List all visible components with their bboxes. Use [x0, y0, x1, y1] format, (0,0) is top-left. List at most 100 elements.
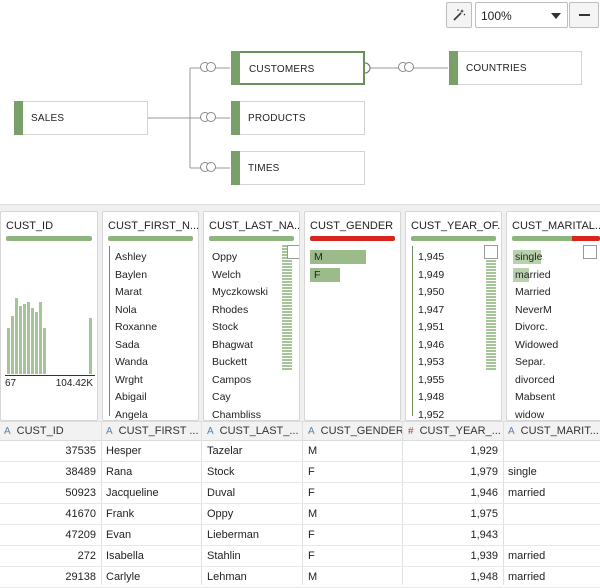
completeness-bar: [6, 236, 92, 241]
value-item[interactable]: 1,951: [418, 319, 444, 337]
value-item[interactable]: Buckett: [212, 354, 268, 372]
value-item[interactable]: Baylen: [115, 267, 157, 285]
table-row[interactable]: 272 Isabella Stahlin F 1,939 married: [0, 546, 600, 567]
value-item[interactable]: 1,949: [418, 267, 444, 285]
node-customers[interactable]: CUSTOMERS: [231, 51, 365, 85]
table-row[interactable]: 50923 Jacqueline Duval F 1,946 married: [0, 483, 600, 504]
value-item[interactable]: Bhagwat: [212, 337, 268, 355]
value-bar[interactable]: F: [310, 268, 340, 282]
column-header-cust-id[interactable]: A CUST_ID: [4, 425, 64, 437]
column-header-cust-first-name[interactable]: A CUST_FIRST ...: [106, 425, 199, 437]
completeness-bar: [108, 236, 193, 241]
table-row[interactable]: 37535 Hesper Tazelar M 1,929: [0, 441, 600, 462]
value-item[interactable]: Roxanne: [115, 319, 157, 337]
node-label: COUNTRIES: [466, 63, 527, 74]
value-item[interactable]: married: [515, 267, 558, 285]
value-item[interactable]: Married: [515, 284, 558, 302]
value-item[interactable]: 1,955: [418, 372, 444, 390]
node-label: SALES: [31, 113, 65, 124]
scroll-box[interactable]: [484, 245, 498, 259]
value-item[interactable]: 1,952: [418, 407, 444, 421]
scroll-box[interactable]: [287, 245, 299, 259]
profile-card-cust-gender[interactable]: CUST_GENDER M F: [304, 211, 401, 421]
frequency-sparkline: [282, 245, 292, 370]
value-item[interactable]: 1,950: [418, 284, 444, 302]
value-item[interactable]: Nola: [115, 302, 157, 320]
column-header-cust-year[interactable]: # CUST_YEAR_...: [408, 425, 501, 437]
table-row[interactable]: 41670 Frank Oppy M 1,975: [0, 504, 600, 525]
value-item[interactable]: Cay: [212, 389, 268, 407]
completeness-bar: [310, 236, 395, 241]
value-item[interactable]: Marat: [115, 284, 157, 302]
value-item[interactable]: Wanda: [115, 354, 157, 372]
join-icon[interactable]: [398, 62, 414, 74]
value-item[interactable]: 1,947: [418, 302, 444, 320]
node-label: CUSTOMERS: [249, 64, 315, 75]
node-label: PRODUCTS: [248, 113, 306, 124]
column-profiles: CUST_ID 67 104.42K CUST_FIRST_N... Ashle…: [0, 204, 600, 421]
value-item[interactable]: Rhodes: [212, 302, 268, 320]
value-item[interactable]: Mabsent: [515, 389, 558, 407]
value-item[interactable]: Abigail: [115, 389, 157, 407]
table-header: A CUST_ID A CUST_FIRST ... A CUST_LAST_... …: [0, 421, 600, 441]
value-item[interactable]: NeverM: [515, 302, 558, 320]
value-item[interactable]: Myczkowski: [212, 284, 268, 302]
histogram-max: 104.42K: [55, 378, 93, 389]
node-times[interactable]: TIMES: [231, 151, 365, 185]
profile-title: CUST_YEAR_OF...: [411, 220, 502, 232]
frequency-sparkline: [486, 245, 496, 370]
value-item[interactable]: widow: [515, 407, 558, 421]
value-item[interactable]: Angela: [115, 407, 157, 421]
column-header-cust-marital[interactable]: A CUST_MARIT...: [508, 425, 599, 437]
node-countries[interactable]: COUNTRIES: [449, 51, 582, 85]
histogram: [7, 298, 92, 374]
table-row[interactable]: 47209 Evan Lieberman F 1,943: [0, 525, 600, 546]
profile-title: CUST_MARITAL...: [512, 220, 600, 232]
profile-title: CUST_GENDER: [310, 220, 394, 232]
profile-card-cust-id[interactable]: CUST_ID 67 104.42K: [0, 211, 98, 421]
join-icon[interactable]: [200, 162, 216, 174]
completeness-bar: [209, 236, 294, 241]
value-item[interactable]: Widowed: [515, 337, 558, 355]
value-item[interactable]: Welch: [212, 267, 268, 285]
value-item[interactable]: Chambliss: [212, 407, 268, 421]
number-type-icon: #: [408, 426, 414, 437]
value-item[interactable]: 1,946: [418, 337, 444, 355]
histogram-min: 67: [5, 378, 17, 389]
value-item[interactable]: 1,948: [418, 389, 444, 407]
profile-card-cust-marital-status[interactable]: CUST_MARITAL... single married Married N…: [506, 211, 600, 421]
value-item[interactable]: Wrght: [115, 372, 157, 390]
value-item[interactable]: Stock: [212, 319, 268, 337]
text-type-icon: A: [308, 426, 315, 437]
text-type-icon: A: [106, 426, 113, 437]
node-sales[interactable]: SALES: [14, 101, 148, 135]
column-header-cust-last-name[interactable]: A CUST_LAST_...: [207, 425, 299, 437]
node-products[interactable]: PRODUCTS: [231, 101, 365, 135]
value-item[interactable]: Oppy: [212, 249, 268, 267]
profile-title: CUST_FIRST_N...: [108, 220, 199, 232]
completeness-bar: [512, 236, 600, 241]
value-item[interactable]: 1,945: [418, 249, 444, 267]
table-row[interactable]: 38489 Rana Stock F 1,979 single: [0, 462, 600, 483]
profile-card-cust-year-of-birth[interactable]: CUST_YEAR_OF... 1,945 1,949 1,950 1,947 …: [405, 211, 502, 421]
text-type-icon: A: [508, 426, 515, 437]
profile-title: CUST_ID: [6, 220, 54, 232]
value-item[interactable]: Divorc.: [515, 319, 558, 337]
value-item[interactable]: Separ.: [515, 354, 558, 372]
join-icon[interactable]: [200, 112, 216, 124]
value-bar[interactable]: M: [310, 250, 366, 264]
value-item[interactable]: Ashley: [115, 249, 157, 267]
profile-card-cust-first-name[interactable]: CUST_FIRST_N... Ashley Baylen Marat Nola…: [102, 211, 199, 421]
value-item[interactable]: single: [515, 249, 558, 267]
completeness-bar: [411, 236, 496, 241]
value-item[interactable]: divorced: [515, 372, 558, 390]
value-item[interactable]: Sada: [115, 337, 157, 355]
column-header-cust-gender[interactable]: A CUST_GENDER: [308, 425, 404, 437]
value-item[interactable]: 1,953: [418, 354, 444, 372]
profile-card-cust-last-name[interactable]: CUST_LAST_NA... Oppy Welch Myczkowski Rh…: [203, 211, 300, 421]
node-label: TIMES: [248, 163, 280, 174]
value-item[interactable]: Campos: [212, 372, 268, 390]
text-type-icon: A: [207, 426, 214, 437]
scroll-box[interactable]: [583, 245, 597, 259]
join-icon[interactable]: [200, 62, 216, 74]
